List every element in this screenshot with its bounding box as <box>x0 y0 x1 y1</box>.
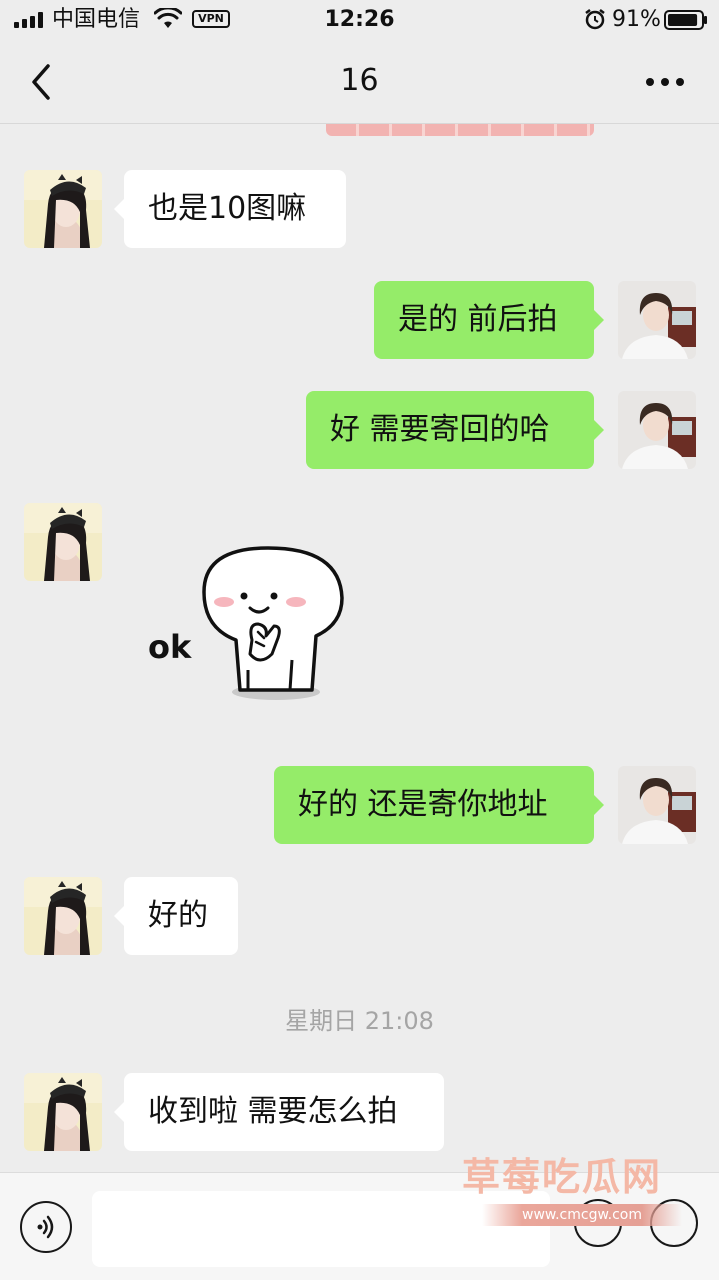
contact-avatar[interactable] <box>24 877 102 955</box>
watermark: 草莓吃瓜网 www.cmcgw.com <box>462 1154 692 1234</box>
message-bubble-outgoing[interactable]: 是的 前后拍 <box>374 281 604 359</box>
my-avatar[interactable] <box>618 281 696 359</box>
contact-avatar[interactable] <box>24 1073 102 1151</box>
status-bar: 中国电信 VPN 12:26 91% <box>0 0 719 40</box>
ok-sticker[interactable]: ok <box>140 540 360 710</box>
watermark-text: 草莓吃瓜网 <box>462 1155 663 1199</box>
voice-button[interactable] <box>20 1201 72 1253</box>
message-bubble-outgoing[interactable]: 好的 还是寄你地址 <box>274 766 604 844</box>
chat-title: 16 <box>340 63 379 98</box>
sticker-text: ok <box>148 628 192 666</box>
contact-avatar[interactable] <box>24 170 102 248</box>
message-bubble-incoming[interactable]: 收到啦 需要怎么拍 <box>114 1073 444 1151</box>
watermark-url: www.cmcgw.com <box>482 1204 682 1226</box>
battery-icon <box>664 10 707 30</box>
contact-avatar[interactable] <box>24 503 102 581</box>
previous-image-message[interactable] <box>326 124 594 136</box>
message-bubble-incoming[interactable]: 也是10图嘛 <box>114 170 346 248</box>
my-avatar[interactable] <box>618 391 696 469</box>
message-bubble-incoming[interactable]: 好的 <box>114 877 238 955</box>
battery-percent: 91% <box>612 7 661 32</box>
voice-icon <box>37 1215 54 1239</box>
more-icon[interactable] <box>640 68 690 96</box>
alarm-icon <box>585 9 605 30</box>
my-avatar[interactable] <box>618 766 696 844</box>
chat-header: 16 <box>0 40 719 124</box>
message-bubble-outgoing[interactable]: 好 需要寄回的哈 <box>306 391 604 469</box>
chat-timestamp: 星期日 21:08 <box>285 1007 434 1035</box>
